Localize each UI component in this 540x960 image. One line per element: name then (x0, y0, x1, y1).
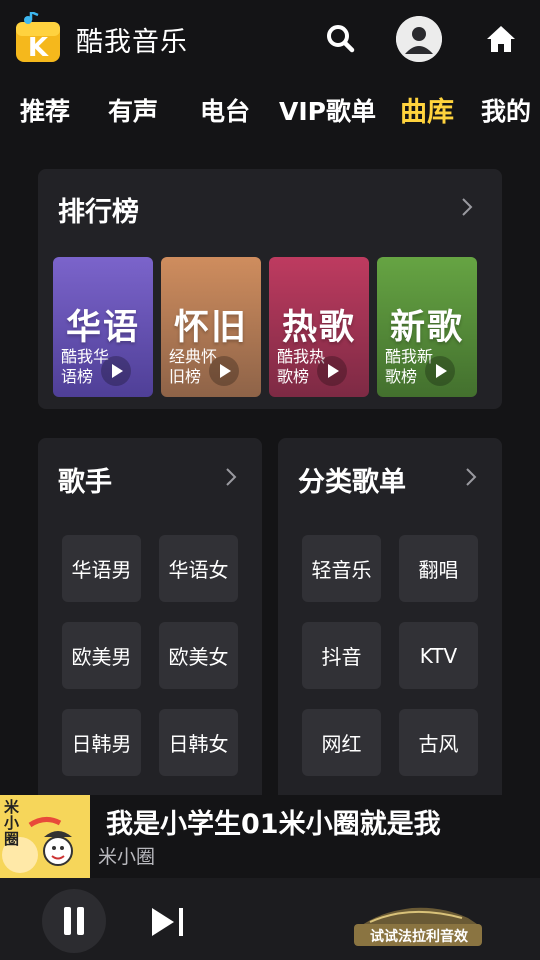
chip-internet-hits[interactable]: 网红 (302, 709, 381, 776)
tab-radio[interactable]: 电台 (200, 92, 250, 128)
search-button[interactable] (322, 20, 360, 58)
skip-next-icon (152, 908, 183, 936)
chip-jpkr-male[interactable]: 日韩男 (62, 709, 141, 776)
chip-jpkr-female[interactable]: 日韩女 (159, 709, 238, 776)
chevron-right-icon (466, 468, 477, 486)
rank-tile-hot[interactable]: 热歌 酷我热歌榜 (269, 257, 369, 397)
song-title: 我是小学生01米小圈就是我 (106, 809, 441, 840)
rank-tile-big-label: 热歌 (281, 308, 356, 348)
play-icon (112, 364, 123, 378)
play-button[interactable] (209, 356, 239, 386)
chip-light-music[interactable]: 轻音乐 (302, 535, 381, 602)
chip-chinese-male[interactable]: 华语男 (62, 535, 141, 602)
song-artist: 米小圈 (98, 846, 156, 868)
home-button[interactable] (482, 20, 520, 58)
cover-title: 米小圈 (4, 798, 20, 848)
playlists-more-button[interactable] (464, 466, 478, 492)
chip-ktv[interactable]: KTV (399, 622, 478, 689)
chip-douyin[interactable]: 抖音 (302, 622, 381, 689)
singers-title: 歌手 (58, 467, 112, 498)
chip-ancient-style[interactable]: 古风 (399, 709, 478, 776)
play-icon (328, 364, 339, 378)
rank-tile-big-label: 新歌 (389, 308, 464, 348)
rankings-more-button[interactable] (460, 196, 474, 222)
rank-tile-new[interactable]: 新歌 酷我新歌榜 (377, 257, 477, 397)
rank-tile-classic[interactable]: 怀旧 经典怀旧榜 (161, 257, 261, 397)
play-button[interactable] (317, 356, 347, 386)
tab-mine[interactable]: 我的 (481, 92, 531, 128)
chip-cover[interactable]: 翻唱 (399, 535, 478, 602)
play-icon (436, 364, 447, 378)
ferrari-label: 试试法拉利音效 (370, 929, 468, 945)
tab-audio[interactable]: 有声 (108, 92, 158, 128)
rank-tile-big-label: 华语 (65, 308, 140, 348)
chip-western-male[interactable]: 欧美男 (62, 622, 141, 689)
search-icon (327, 25, 355, 53)
category-playlists-title: 分类歌单 (298, 467, 406, 498)
chevron-right-icon (462, 198, 473, 216)
tab-library[interactable]: 曲库 (400, 90, 454, 129)
chevron-right-icon (226, 468, 237, 486)
singers-more-button[interactable] (224, 466, 238, 492)
pause-button[interactable] (42, 889, 106, 953)
user-avatar[interactable] (396, 16, 442, 62)
person-icon (396, 16, 442, 62)
next-track-button[interactable] (148, 904, 188, 940)
ferrari-sound-effect-button[interactable]: 试试法拉利音效 (350, 898, 485, 950)
play-button[interactable] (101, 356, 131, 386)
pause-icon (64, 907, 84, 935)
rank-tile-chinese[interactable]: 华语 酷我华语榜 (53, 257, 153, 397)
home-icon (487, 26, 515, 52)
rankings-title: 排行榜 (58, 197, 139, 228)
rank-tile-big-label: 怀旧 (173, 308, 248, 348)
app-logo: K (14, 10, 66, 64)
album-cover[interactable]: 米小圈 (0, 795, 90, 878)
tab-recommend[interactable]: 推荐 (20, 92, 70, 128)
chip-chinese-female[interactable]: 华语女 (159, 535, 238, 602)
tab-vip-playlist[interactable]: VIP歌单 (279, 92, 376, 128)
play-icon (220, 364, 231, 378)
chip-western-female[interactable]: 欧美女 (159, 622, 238, 689)
app-title: 酷我音乐 (76, 27, 188, 58)
svg-text:K: K (28, 33, 49, 63)
play-button[interactable] (425, 356, 455, 386)
